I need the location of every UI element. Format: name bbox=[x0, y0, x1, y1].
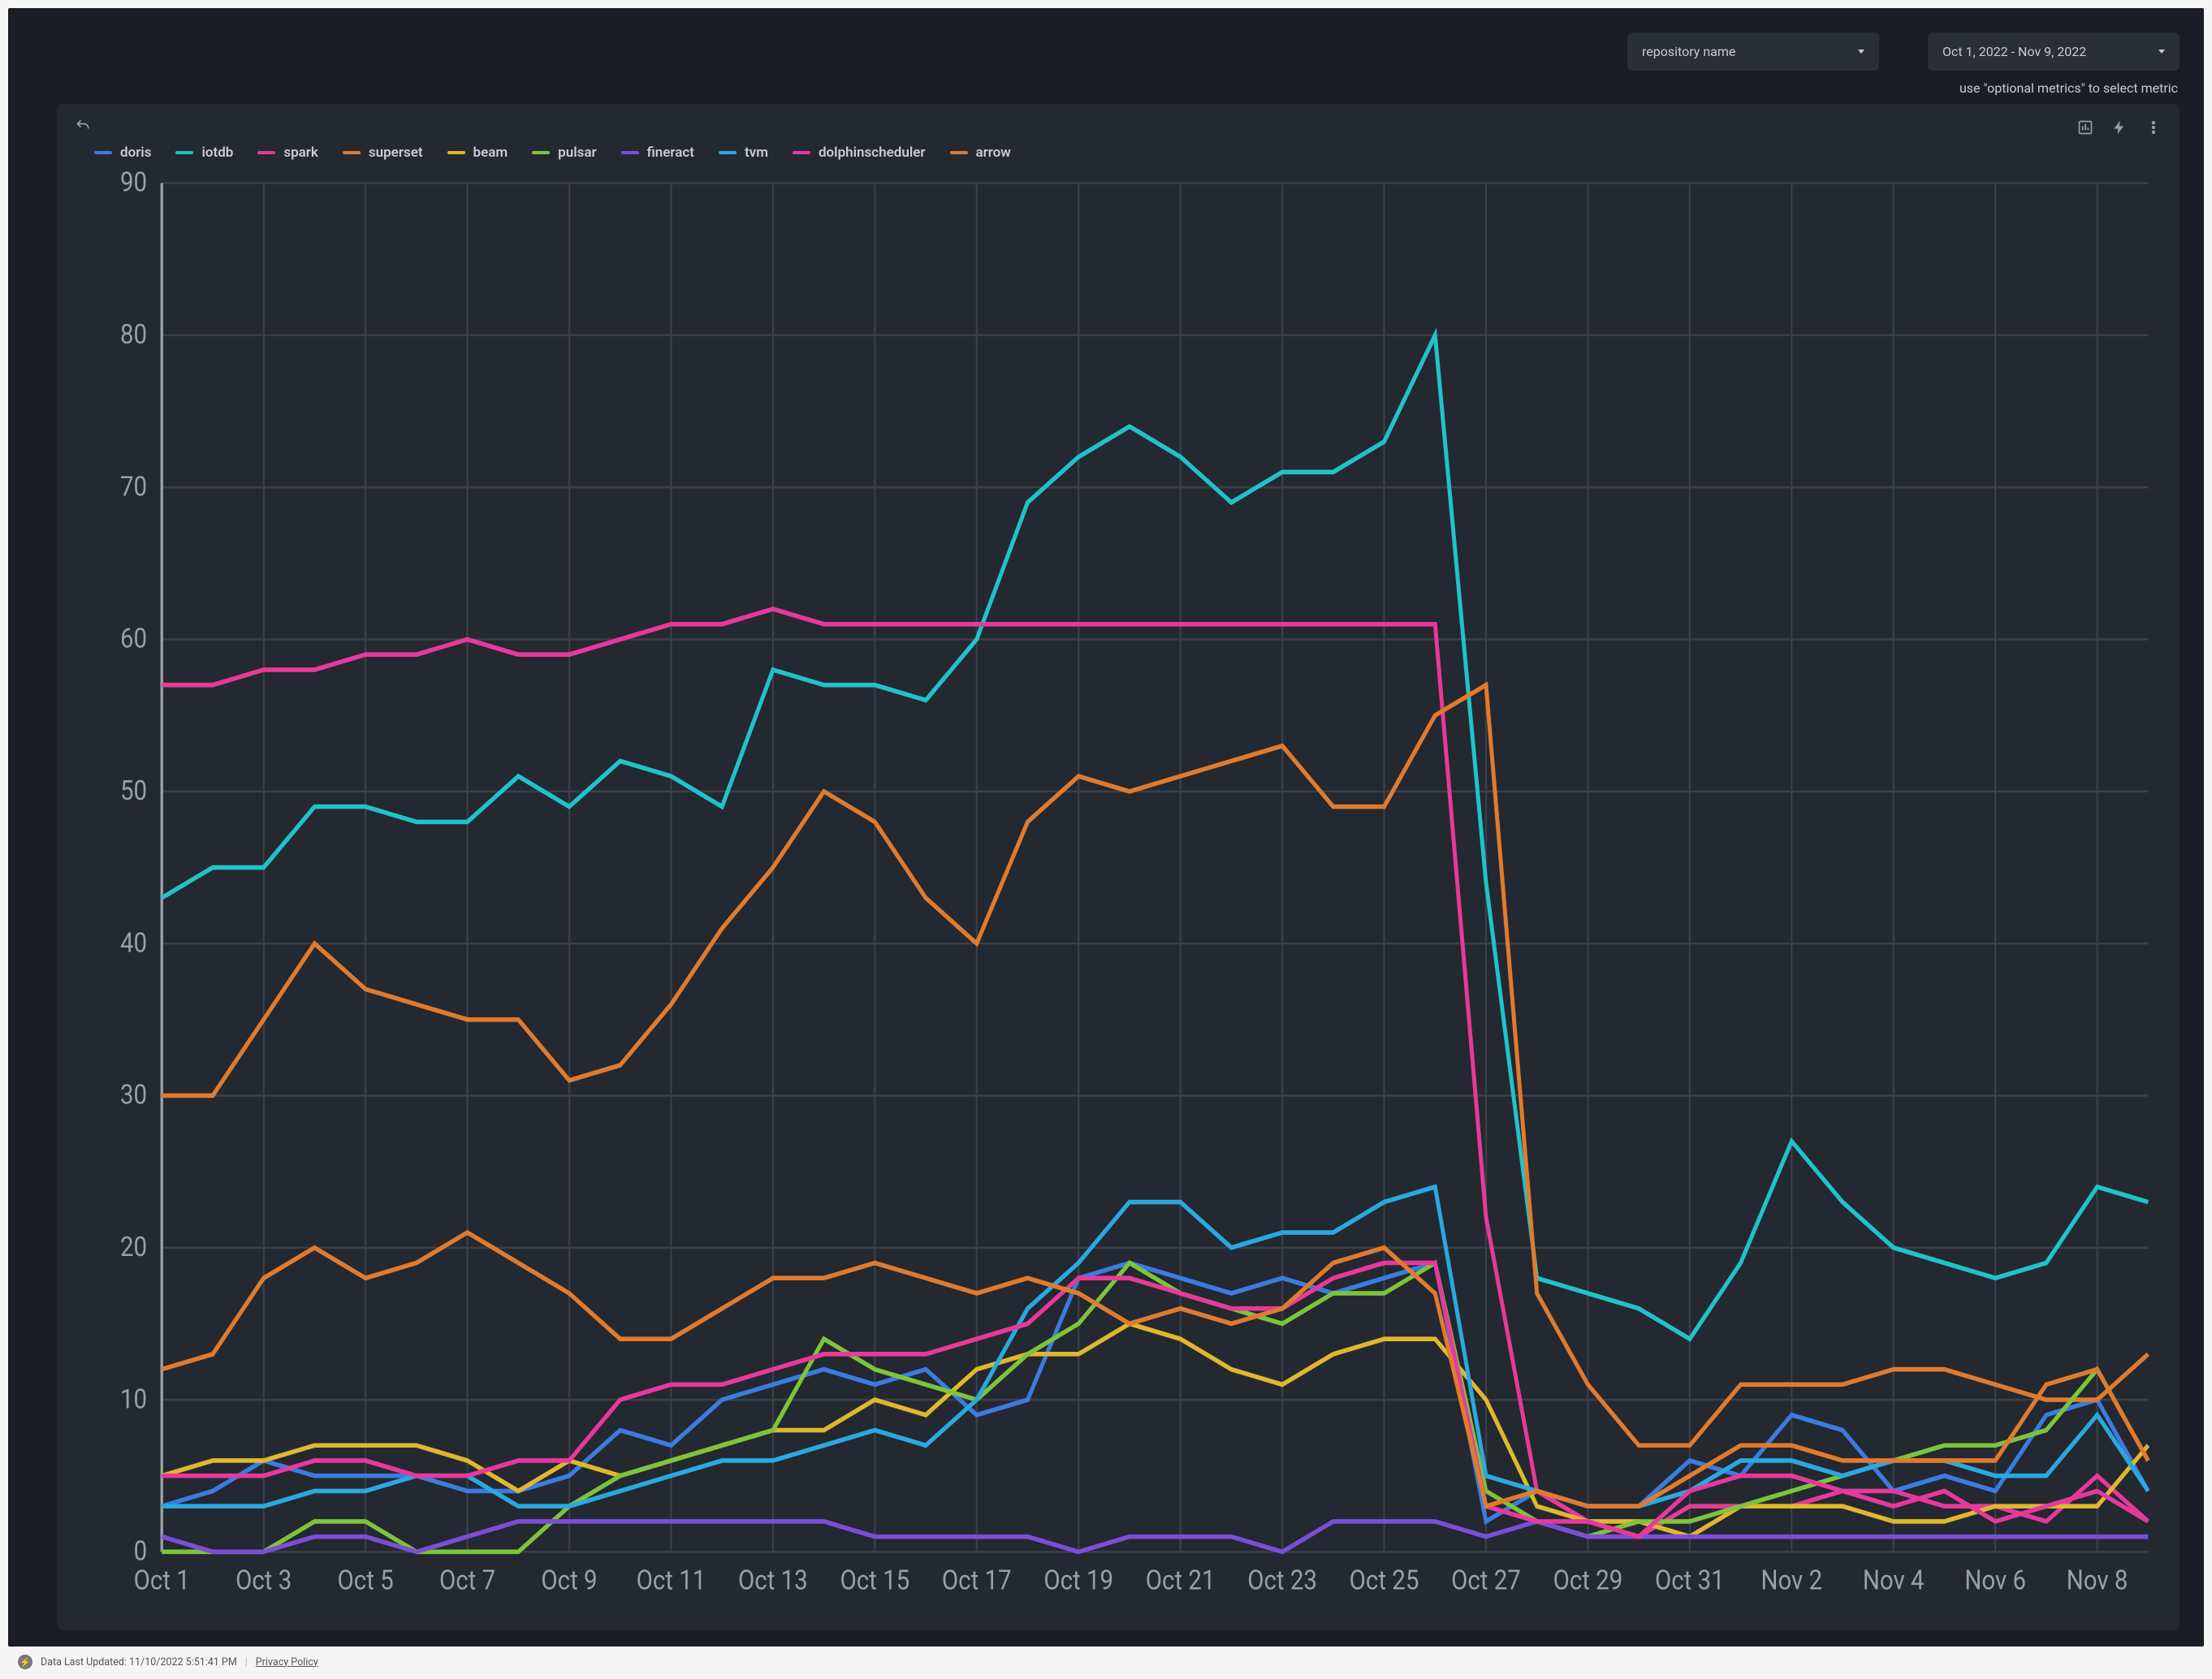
svg-text:10: 10 bbox=[120, 1383, 147, 1415]
svg-text:Oct 5: Oct 5 bbox=[338, 1565, 394, 1596]
svg-text:Oct 17: Oct 17 bbox=[942, 1565, 1012, 1596]
legend-swatch bbox=[532, 151, 550, 154]
daterange-dropdown-label: Oct 1, 2022 - Nov 9, 2022 bbox=[1942, 44, 2086, 59]
legend-item-spark[interactable]: spark bbox=[257, 145, 318, 161]
legend-item-arrow[interactable]: arrow bbox=[950, 145, 1011, 161]
daterange-dropdown[interactable]: Oct 1, 2022 - Nov 9, 2022 bbox=[1928, 32, 2180, 71]
svg-text:Oct 21: Oct 21 bbox=[1146, 1565, 1216, 1596]
svg-text:Oct 7: Oct 7 bbox=[439, 1565, 495, 1596]
svg-text:20: 20 bbox=[120, 1231, 147, 1262]
legend-item-pulsar[interactable]: pulsar bbox=[532, 145, 596, 161]
svg-text:Oct 13: Oct 13 bbox=[738, 1565, 808, 1596]
bolt-badge-icon: ⚡ bbox=[18, 1655, 32, 1669]
legend-item-iotdb[interactable]: iotdb bbox=[175, 145, 233, 161]
svg-text:Oct 27: Oct 27 bbox=[1451, 1565, 1521, 1596]
series-line-doris[interactable] bbox=[162, 1262, 2148, 1521]
chevron-down-icon bbox=[2158, 50, 2165, 54]
svg-text:Nov 2: Nov 2 bbox=[1761, 1565, 1822, 1596]
dashboard-panel: repository name Oct 1, 2022 - Nov 9, 202… bbox=[8, 8, 2204, 1647]
svg-text:40: 40 bbox=[120, 927, 147, 959]
svg-text:Oct 9: Oct 9 bbox=[541, 1565, 597, 1596]
svg-text:Nov 8: Nov 8 bbox=[2067, 1565, 2128, 1596]
legend-label: pulsar bbox=[558, 145, 596, 161]
legend-label: beam bbox=[473, 145, 508, 161]
series-line-fineract[interactable] bbox=[162, 1521, 2148, 1552]
metric-hint: use "optional metrics" to select metric bbox=[57, 80, 2178, 96]
legend-swatch bbox=[621, 151, 639, 154]
svg-text:50: 50 bbox=[120, 775, 147, 806]
repository-dropdown[interactable]: repository name bbox=[1627, 32, 1879, 71]
legend-item-fineract[interactable]: fineract bbox=[621, 145, 694, 161]
svg-text:Oct 19: Oct 19 bbox=[1043, 1565, 1113, 1596]
legend-item-superset[interactable]: superset bbox=[343, 145, 423, 161]
series-line-spark[interactable] bbox=[162, 609, 2148, 1537]
top-controls: repository name Oct 1, 2022 - Nov 9, 202… bbox=[57, 32, 2180, 71]
chart-card: doris iotdb spark superset beam pulsar finerac… bbox=[57, 104, 2180, 1630]
legend-label: arrow bbox=[976, 145, 1011, 161]
repository-dropdown-label: repository name bbox=[1642, 44, 1735, 59]
legend-swatch bbox=[950, 151, 968, 154]
legend-swatch bbox=[719, 151, 737, 154]
legend-swatch bbox=[94, 151, 112, 154]
legend-swatch bbox=[793, 151, 810, 154]
svg-text:80: 80 bbox=[120, 318, 147, 350]
svg-text:Oct 23: Oct 23 bbox=[1247, 1565, 1317, 1596]
legend-item-doris[interactable]: doris bbox=[94, 145, 151, 161]
legend-label: spark bbox=[283, 145, 318, 161]
svg-text:0: 0 bbox=[134, 1535, 148, 1567]
last-updated-label: Data Last Updated: 11/10/2022 5:51:41 PM bbox=[41, 1656, 237, 1668]
card-toolbar bbox=[70, 115, 2167, 140]
legend-item-beam[interactable]: beam bbox=[447, 145, 508, 161]
svg-text:Oct 25: Oct 25 bbox=[1350, 1565, 1419, 1596]
legend-swatch bbox=[257, 151, 275, 154]
legend-swatch bbox=[447, 151, 465, 154]
svg-text:Oct 11: Oct 11 bbox=[637, 1565, 706, 1596]
legend-label: iotdb bbox=[201, 145, 233, 161]
svg-text:70: 70 bbox=[120, 471, 147, 503]
svg-text:Nov 6: Nov 6 bbox=[1964, 1565, 2026, 1596]
legend-label: fineract bbox=[647, 145, 694, 161]
legend-item-dolphinscheduler[interactable]: dolphinscheduler bbox=[793, 145, 926, 161]
kebab-menu-icon[interactable] bbox=[2145, 119, 2162, 136]
legend-item-tvm[interactable]: tvm bbox=[719, 145, 768, 161]
series-line-iotdb[interactable] bbox=[162, 335, 2148, 1339]
legend-swatch bbox=[343, 151, 361, 154]
chart-legend: doris iotdb spark superset beam pulsar finerac… bbox=[70, 140, 2167, 162]
separator: | bbox=[245, 1656, 248, 1668]
privacy-link[interactable]: Privacy Policy bbox=[256, 1656, 318, 1668]
legend-label: dolphinscheduler bbox=[819, 145, 926, 161]
chart-plot-area[interactable]: 0 10 20 30 40 50 60 70 80 90 Oct 1 Oct 3 Oct 5 Oct 7 O… bbox=[70, 162, 2167, 1614]
series-line-arrow[interactable] bbox=[162, 1232, 2148, 1506]
chevron-down-icon bbox=[1858, 50, 1864, 54]
legend-label: doris bbox=[120, 145, 151, 161]
svg-text:Oct 15: Oct 15 bbox=[840, 1565, 909, 1596]
series-line-beam[interactable] bbox=[162, 1323, 2148, 1536]
svg-text:60: 60 bbox=[120, 623, 147, 654]
legend-swatch bbox=[175, 151, 193, 154]
svg-text:Oct 3: Oct 3 bbox=[235, 1565, 292, 1596]
svg-text:Oct 29: Oct 29 bbox=[1553, 1565, 1623, 1596]
svg-text:Oct 1: Oct 1 bbox=[134, 1565, 190, 1596]
chart-config-icon[interactable] bbox=[2077, 119, 2093, 136]
footer: ⚡ Data Last Updated: 11/10/2022 5:51:41 … bbox=[0, 1647, 2212, 1679]
svg-text:Oct 31: Oct 31 bbox=[1655, 1565, 1725, 1596]
legend-label: tvm bbox=[745, 145, 768, 161]
svg-text:90: 90 bbox=[120, 166, 147, 198]
svg-text:Nov 4: Nov 4 bbox=[1863, 1565, 1925, 1596]
legend-label: superset bbox=[369, 145, 423, 161]
svg-text:30: 30 bbox=[120, 1079, 147, 1111]
bolt-icon[interactable] bbox=[2111, 119, 2128, 136]
undo-icon[interactable] bbox=[75, 118, 91, 134]
